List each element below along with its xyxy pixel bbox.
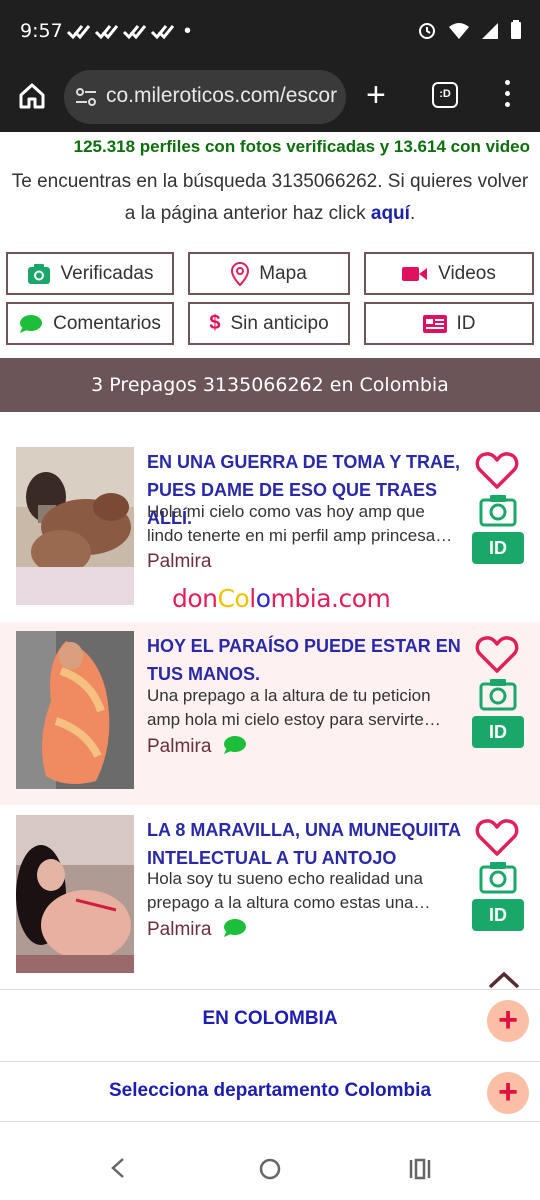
- dollar-icon: $: [209, 312, 221, 334]
- battery-icon: [511, 20, 521, 39]
- filter-mapa-button[interactable]: Mapa: [188, 252, 350, 295]
- filter-verificadas-button[interactable]: Verificadas: [6, 252, 174, 295]
- listing-card[interactable]: HOY EL PARAÍSO PUEDE ESTAR EN TUS MANOS.…: [0, 622, 540, 805]
- check-icon: [94, 25, 119, 40]
- accordion-colombia[interactable]: EN COLOMBIA: [0, 1008, 540, 1030]
- listing-city-name: Palmira: [147, 736, 212, 757]
- video-icon: [402, 266, 428, 281]
- listing-description: Hola mi cielo como vas hoy amp que lindo…: [147, 502, 453, 545]
- home-icon[interactable]: [18, 82, 46, 110]
- id-card-icon: [422, 314, 447, 333]
- back-link[interactable]: aquí: [371, 203, 410, 224]
- browser-toolbar: co.mileroticos.com/escor + :D: [0, 62, 540, 132]
- listing-title[interactable]: LA 8 MARAVILLA, UNA MUNEQUIITA INTELECTU…: [147, 816, 465, 872]
- divider: [0, 989, 540, 990]
- chevron-up-icon[interactable]: [487, 970, 521, 990]
- divider: [0, 1061, 540, 1062]
- system-navigation-bar: [0, 1134, 540, 1200]
- wifi-icon: [448, 23, 469, 39]
- listing-title[interactable]: HOY EL PARAÍSO PUEDE ESTAR EN TUS MANOS.: [147, 632, 465, 688]
- watermark-logo: donColombia.com: [172, 584, 391, 613]
- signal-icon: [481, 23, 498, 39]
- filter-label: Mapa: [259, 262, 307, 284]
- listing-photo[interactable]: [16, 631, 134, 789]
- search-message-text: Te encuentras en la búsqueda 3135066262.…: [11, 171, 529, 224]
- expand-plus-button[interactable]: +: [487, 1000, 529, 1042]
- search-message-end: .: [409, 203, 416, 224]
- accordion-departamento[interactable]: Selecciona departamento Colombia: [0, 1080, 540, 1102]
- listing-city: Palmira: [147, 735, 247, 758]
- listing-card[interactable]: LA 8 MARAVILLA, UNA MUNEQUIITA INTELECTU…: [0, 805, 540, 985]
- divider: [0, 1121, 540, 1122]
- clock: 9:57: [20, 20, 63, 42]
- favorite-heart-icon[interactable]: [475, 450, 519, 490]
- more-menu-icon[interactable]: [504, 80, 512, 110]
- new-tab-icon[interactable]: +: [366, 78, 386, 112]
- address-bar[interactable]: co.mileroticos.com/escor: [64, 70, 346, 124]
- listing-photo[interactable]: [16, 815, 134, 973]
- filter-label: Sin anticipo: [230, 312, 329, 334]
- listing-description: Una prepago a la altura de tu peticion a…: [147, 686, 441, 729]
- check-icon: [66, 25, 91, 40]
- check-icon: [150, 25, 175, 40]
- filter-label: Verificadas: [60, 262, 154, 284]
- chat-icon: [20, 314, 43, 333]
- filter-videos-button[interactable]: Videos: [364, 252, 534, 295]
- camera-icon[interactable]: [479, 860, 517, 894]
- accordion-label: Selecciona departamento Colombia: [108, 1080, 432, 1101]
- filter-sin-anticipo-button[interactable]: $ Sin anticipo: [188, 302, 350, 345]
- id-button[interactable]: ID: [472, 899, 524, 931]
- back-icon[interactable]: [108, 1156, 128, 1180]
- filter-label: Videos: [438, 262, 496, 284]
- expand-plus-button[interactable]: +: [487, 1072, 529, 1114]
- camera-icon[interactable]: [479, 493, 517, 527]
- site-settings-icon[interactable]: [74, 85, 98, 109]
- listing-city: Palmira: [147, 551, 212, 572]
- home-circle-icon[interactable]: [258, 1157, 282, 1181]
- id-button[interactable]: ID: [472, 716, 524, 748]
- listing-photo[interactable]: [16, 447, 134, 605]
- listing-city: Palmira: [147, 918, 247, 941]
- accordion-label: EN COLOMBIA: [202, 1008, 338, 1029]
- camera-icon[interactable]: [479, 677, 517, 711]
- tab-switcher-button[interactable]: :D: [432, 82, 458, 108]
- filter-id-button[interactable]: ID: [364, 302, 534, 345]
- alarm-icon: [418, 23, 435, 39]
- id-button[interactable]: ID: [472, 532, 524, 564]
- listing-city-name: Palmira: [147, 919, 212, 940]
- check-icon: [122, 25, 147, 40]
- profile-stats: 125.318 perfiles con fotos verificadas y…: [73, 137, 530, 156]
- listing-description: Hola soy tu sueno echo realidad una prep…: [147, 869, 431, 912]
- system-icons: [417, 20, 522, 45]
- url-text[interactable]: co.mileroticos.com/escor: [106, 84, 337, 108]
- favorite-heart-icon[interactable]: [475, 634, 519, 674]
- favorite-heart-icon[interactable]: [475, 817, 519, 857]
- results-section-title: 3 Prepagos 3135066262 en Colombia: [0, 358, 540, 412]
- filter-label: Comentarios: [53, 312, 161, 334]
- dot-icon: •: [184, 20, 200, 42]
- camera-icon: [27, 263, 50, 284]
- recents-icon[interactable]: [408, 1158, 432, 1180]
- status-bar: 9:57 •: [0, 0, 540, 62]
- filter-label: ID: [456, 312, 476, 334]
- search-message: Te encuentras en la búsqueda 3135066262.…: [10, 166, 530, 230]
- notification-icons: •: [66, 20, 199, 47]
- map-pin-icon: [231, 261, 250, 286]
- chat-icon: [223, 919, 246, 937]
- chat-icon: [223, 736, 246, 754]
- filter-comentarios-button[interactable]: Comentarios: [6, 302, 174, 345]
